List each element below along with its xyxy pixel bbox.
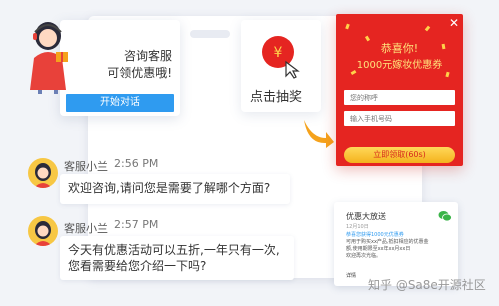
placeholder-bar	[190, 30, 230, 38]
message-text: 您看需要给您介绍一下吗?	[68, 259, 207, 273]
consult-line-2: 可领优惠哦!	[107, 66, 172, 80]
message-text: 今天有优惠活动可以五折,一年只有一次,	[68, 243, 280, 257]
consult-card: 咨询客服 可领优惠哦! 开始对话	[60, 20, 180, 116]
phone-input[interactable]	[344, 111, 455, 126]
message-time: 2:56 PM	[114, 157, 159, 170]
claim-coupon-button[interactable]: 立即领取(60s)	[344, 147, 455, 163]
lottery-symbol: ¥	[274, 45, 283, 61]
nickname-input[interactable]	[344, 90, 455, 105]
agent-avatar-icon	[34, 163, 52, 188]
arrow-icon	[304, 120, 334, 148]
confetti	[445, 71, 450, 78]
notice-line: 恭喜您获得1000元优惠券	[346, 232, 404, 238]
customer-service-agent-icon	[30, 22, 68, 94]
message-time: 2:57 PM	[114, 218, 159, 231]
avatar	[28, 216, 58, 246]
watermark: 知乎 @Sa8e开源社区	[368, 278, 486, 292]
notice-line: 欢迎再次光临。	[346, 253, 382, 259]
sender-name: 客服小兰	[64, 222, 108, 235]
notice-details-link[interactable]: 详情	[346, 272, 356, 279]
confetti	[424, 25, 431, 32]
notice-date: 12月10日	[346, 224, 369, 230]
lottery-label[interactable]: 点击抽奖	[250, 86, 302, 105]
notice-line: 可用于购买xx产品,抵扣相应的优惠金	[346, 239, 429, 245]
coupon-popup: ✕ 恭喜你! 1000元嫁妆优惠券 立即领取(60s)	[336, 14, 463, 166]
lottery-coin-icon[interactable]: ¥	[260, 34, 302, 80]
message-bubble: 欢迎咨询,请问您是需要了解哪个方面?	[60, 174, 290, 204]
coupon-title-1: 恭喜你!	[380, 42, 419, 55]
wechat-icon	[438, 211, 452, 222]
notice-line: 额,使用期限至xx年xx月xx日	[346, 246, 411, 252]
close-icon[interactable]: ✕	[449, 16, 459, 30]
consult-line-1: 咨询客服	[123, 49, 172, 63]
notice-body: 恭喜您获得1000元优惠券 可用于购买xx产品,抵扣相应的优惠金 额,使用期限至…	[346, 232, 429, 260]
message-text: 欢迎咨询,请问您是需要了解哪个方面?	[68, 181, 271, 195]
sender-name: 客服小兰	[64, 160, 108, 173]
consult-text: 咨询客服 可领优惠哦!	[60, 48, 172, 82]
message-bubble: 今天有优惠活动可以五折,一年只有一次, 您看需要给您介绍一下吗?	[60, 236, 294, 280]
agent-avatar-icon	[34, 221, 52, 246]
avatar	[28, 158, 58, 188]
notice-title: 优惠大放送	[346, 212, 386, 221]
start-chat-button[interactable]: 开始对话	[66, 94, 174, 112]
coupon-title-2: 1000元嫁妆优惠券	[356, 60, 443, 71]
confetti	[345, 23, 350, 30]
